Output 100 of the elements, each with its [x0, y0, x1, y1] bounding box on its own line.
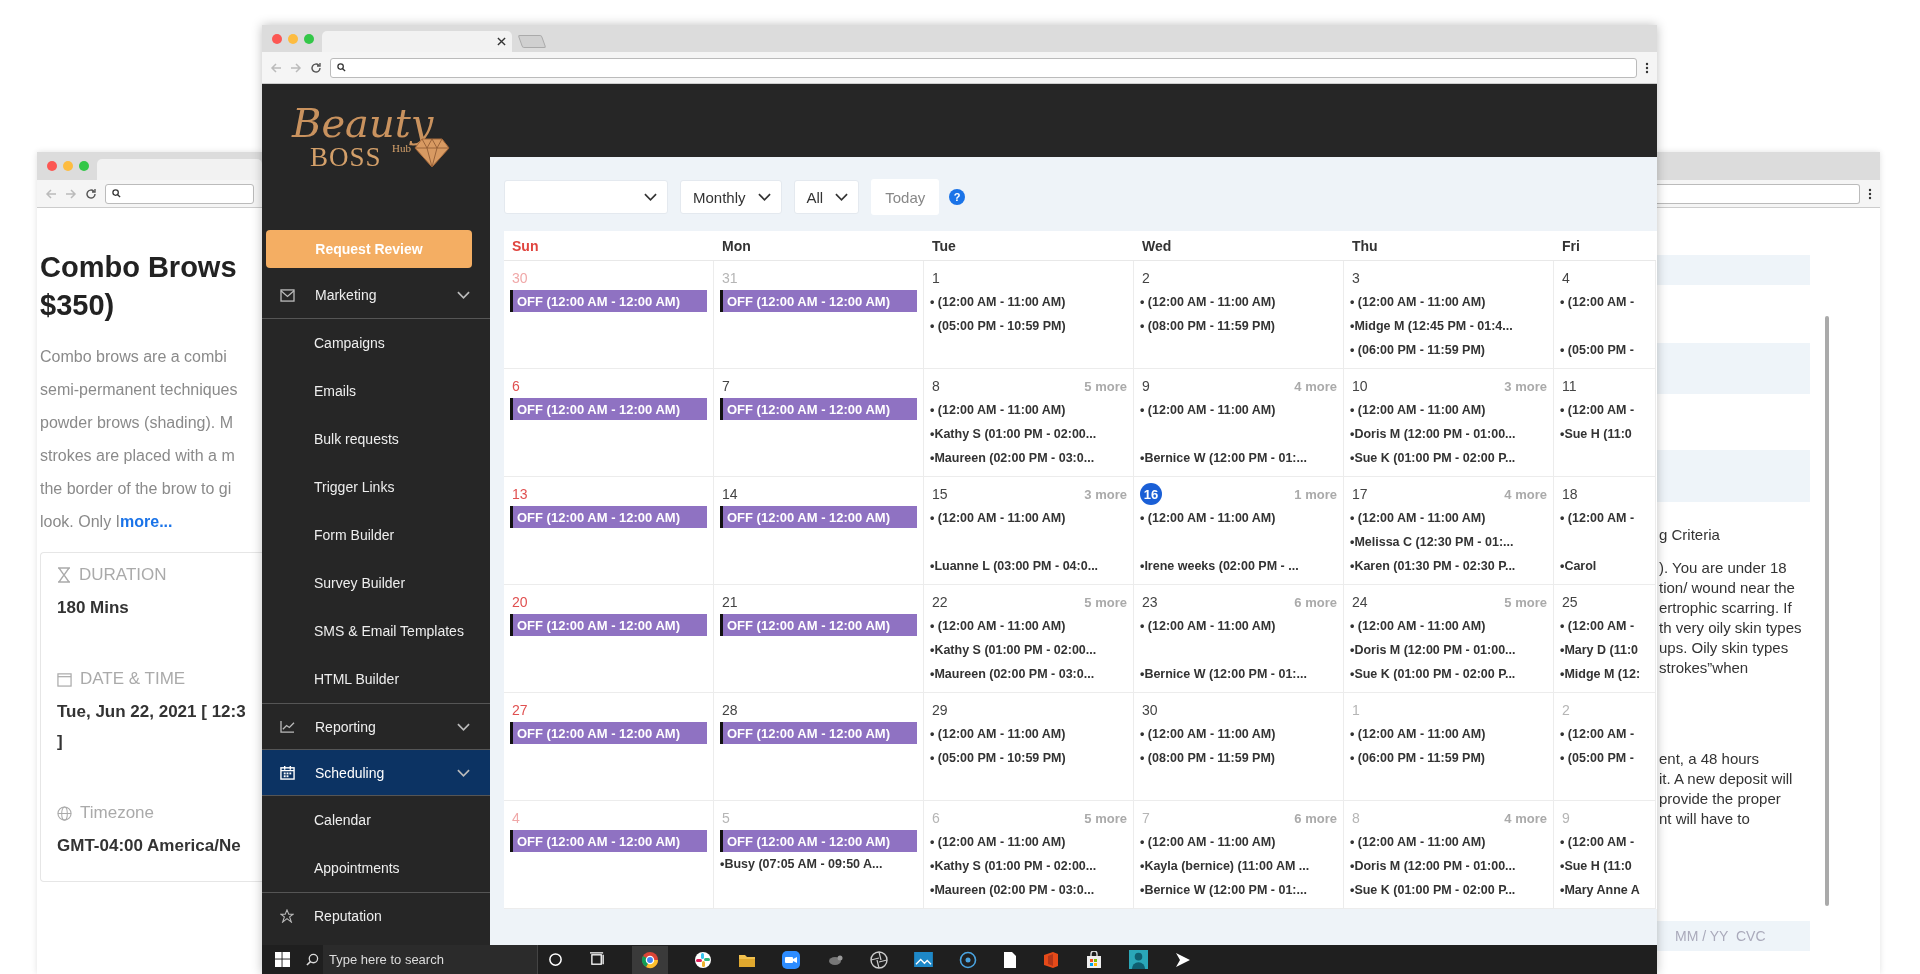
day-cell[interactable]: 8 5 more • (12:00 AM - 11:00 AM) •Kathy S (01:00 PM - 02:00... •Maureen (02:00 PM - 03:0... [924, 369, 1134, 477]
off-event[interactable]: OFF (12:00 AM - 12:00 AM) [720, 506, 917, 528]
event-item[interactable]: • (06:00 PM - 11:59 PM) [1350, 338, 1547, 362]
dropdown[interactable]: Monthly [680, 180, 782, 214]
window-controls-icon[interactable] [47, 161, 89, 171]
day-cell[interactable]: 1 • (12:00 AM - 11:00 AM) • (05:00 PM - 10:59 PM) [924, 261, 1134, 369]
event-item[interactable]: • (05:00 PM - 10:59 PM) [930, 746, 1127, 770]
play-arrow-icon[interactable] [1174, 950, 1192, 969]
event-item[interactable]: •Maureen (02:00 PM - 03:0... [930, 878, 1127, 902]
sidebar-item[interactable]: Survey Builder [262, 559, 490, 607]
browser-icon[interactable] [641, 950, 659, 969]
windows-logo-icon[interactable] [275, 952, 290, 967]
day-cell[interactable]: 21 OFF (12:00 AM - 12:00 AM) [714, 585, 924, 693]
event-item[interactable]: •Kathy S (01:00 PM - 02:00... [930, 854, 1127, 878]
event-item[interactable]: •Mary D (11:0 [1560, 638, 1649, 662]
event-item[interactable]: • (05:00 PM - [1560, 746, 1649, 770]
event-item[interactable]: • (12:00 AM - [1560, 614, 1649, 638]
day-cell[interactable]: 27 OFF (12:00 AM - 12:00 AM) [504, 693, 714, 801]
event-item[interactable]: • (08:00 PM - 11:59 PM) [1140, 314, 1337, 338]
event-item[interactable]: • (12:00 AM - 11:00 AM) [930, 506, 1127, 530]
scrollbar[interactable] [1825, 316, 1829, 906]
form-field[interactable] [1657, 343, 1810, 394]
document-icon[interactable] [1003, 950, 1017, 969]
event-item[interactable]: •Bernice W (12:00 PM - 01:... [1140, 878, 1337, 902]
sidebar-item[interactable]: Trigger Links [262, 463, 490, 511]
event-item[interactable]: • (12:00 AM - 11:00 AM) [930, 722, 1127, 746]
person-icon[interactable] [1129, 950, 1148, 969]
chevron-down-icon[interactable] [457, 768, 470, 777]
sidebar-item[interactable]: SMS & Email Templates [262, 607, 490, 655]
event-item[interactable]: •Maureen (02:00 PM - 03:0... [930, 662, 1127, 686]
day-cell[interactable]: 14 OFF (12:00 AM - 12:00 AM) [714, 477, 924, 585]
off-event[interactable]: OFF (12:00 AM - 12:00 AM) [510, 398, 707, 420]
kebab-menu-icon[interactable] [1645, 61, 1649, 74]
sidebar-item[interactable]: Campaigns [262, 319, 490, 367]
event-item[interactable]: •Busy (07:05 AM - 09:50 A... [720, 852, 917, 876]
off-event[interactable]: OFF (12:00 AM - 12:00 AM) [720, 722, 917, 744]
event-item[interactable]: •Luanne L (03:00 PM - 04:0... [930, 554, 1127, 578]
event-item[interactable]: • (12:00 AM - 11:00 AM) [1350, 722, 1547, 746]
sidebar-section[interactable]: Scheduling [262, 749, 490, 795]
event-item[interactable]: •Carol [1560, 554, 1649, 578]
video-camera-icon[interactable] [782, 950, 800, 969]
event-item[interactable]: • (12:00 AM - 11:00 AM) [1140, 290, 1337, 314]
day-cell[interactable]: 13 OFF (12:00 AM - 12:00 AM) [504, 477, 714, 585]
form-field[interactable] [1657, 450, 1810, 502]
day-cell[interactable]: 16 1 more • (12:00 AM - 11:00 AM) •Irene weeks (02:00 PM - ... [1134, 477, 1344, 585]
day-cell[interactable]: 1 • (12:00 AM - 11:00 AM) • (06:00 PM - 11:59 PM) [1344, 693, 1554, 801]
day-cell[interactable]: 6 5 more • (12:00 AM - 11:00 AM) •Kathy S (01:00 PM - 02:00... •Maureen (02:00 PM - 03:0... [924, 801, 1134, 909]
off-event[interactable]: OFF (12:00 AM - 12:00 AM) [720, 398, 917, 420]
event-item[interactable]: •Irene weeks (02:00 PM - ... [1140, 554, 1337, 578]
event-item[interactable]: • (12:00 AM - 11:00 AM) [1140, 830, 1337, 854]
off-event[interactable]: OFF (12:00 AM - 12:00 AM) [720, 614, 917, 636]
more-link[interactable]: more... [120, 513, 173, 530]
day-cell[interactable]: 23 6 more • (12:00 AM - 11:00 AM) •Bernice W (12:00 PM - 01:... [1134, 585, 1344, 693]
event-item[interactable]: •Sue K (01:00 PM - 02:00 P... [1350, 446, 1547, 470]
event-item[interactable]: •Bernice W (12:00 PM - 01:... [1140, 662, 1337, 686]
day-cell[interactable]: 9 • (12:00 AM - •Sue H (11:0 •Mary Anne A [1554, 801, 1656, 909]
off-event[interactable]: OFF (12:00 AM - 12:00 AM) [510, 614, 707, 636]
event-item[interactable]: • (12:00 AM - 11:00 AM) [930, 290, 1127, 314]
off-event[interactable]: OFF (12:00 AM - 12:00 AM) [720, 830, 917, 852]
day-cell[interactable]: 17 4 more • (12:00 AM - 11:00 AM) •Melissa C (12:30 PM - 01:... •Karen (01:30 PM - 02:30 P... [1344, 477, 1554, 585]
event-item[interactable]: •Doris M (12:00 PM - 01:00... [1350, 854, 1547, 878]
off-event[interactable]: OFF (12:00 AM - 12:00 AM) [510, 506, 707, 528]
day-cell[interactable]: 10 3 more • (12:00 AM - 11:00 AM) •Doris M (12:00 PM - 01:00... •Sue K (01:00 PM - 02:00 P... [1344, 369, 1554, 477]
sidebar-item[interactable]: Form Builder [262, 511, 490, 559]
day-cell[interactable]: 2 • (12:00 AM - 11:00 AM) • (08:00 PM - 11:59 PM) [1134, 261, 1344, 369]
event-item[interactable]: •Karen (01:30 PM - 02:30 P... [1350, 554, 1547, 578]
event-item[interactable]: •Kathy S (01:00 PM - 02:00... [930, 422, 1127, 446]
sidebar-item[interactable]: Appointments [262, 844, 490, 892]
window-controls-icon[interactable] [272, 33, 314, 44]
day-cell[interactable]: 22 5 more • (12:00 AM - 11:00 AM) •Kathy S (01:00 PM - 02:00... •Maureen (02:00 PM - 03:0... [924, 585, 1134, 693]
event-item[interactable]: • (05:00 PM - [1560, 338, 1649, 362]
event-item[interactable]: •Kathy S (01:00 PM - 02:00... [930, 638, 1127, 662]
sidebar-item[interactable]: Calendar [262, 796, 490, 844]
event-item[interactable]: • (12:00 AM - 11:00 AM) [1140, 506, 1337, 530]
pinwheel-icon[interactable] [694, 950, 712, 969]
day-cell[interactable]: 30 • (12:00 AM - 11:00 AM) • (08:00 PM - 11:59 PM) [1134, 693, 1344, 801]
sidebar-section[interactable]: Marketing [262, 272, 490, 318]
form-field[interactable] [1657, 255, 1810, 285]
today-button[interactable]: Today [871, 179, 940, 215]
reload-icon[interactable] [310, 61, 322, 74]
chevron-down-icon[interactable] [457, 291, 470, 299]
kebab-menu-icon[interactable] [1868, 187, 1872, 200]
circle-icon[interactable] [548, 952, 563, 967]
event-item[interactable]: •Melissa C (12:30 PM - 01:... [1350, 530, 1547, 554]
event-item[interactable]: • (12:00 AM - 11:00 AM) [930, 830, 1127, 854]
day-cell[interactable]: 8 4 more • (12:00 AM - 11:00 AM) •Doris M (12:00 PM - 01:00... •Sue K (01:00 PM - 02:00 P... [1344, 801, 1554, 909]
event-item[interactable]: • (06:00 PM - 11:59 PM) [1350, 746, 1547, 770]
off-event[interactable]: OFF (12:00 AM - 12:00 AM) [720, 290, 917, 312]
event-item[interactable]: •Bernice W (12:00 PM - 01:... [1140, 446, 1337, 470]
day-cell[interactable]: 25 • (12:00 AM - •Mary D (11:0 •Midge M (12: [1554, 585, 1656, 693]
dropdown[interactable]: All [793, 180, 860, 214]
ring-icon[interactable] [959, 950, 977, 969]
sidebar-item[interactable]: HTML Builder [262, 655, 490, 703]
event-item[interactable]: • (12:00 AM - [1560, 506, 1649, 530]
aperture-icon[interactable] [870, 950, 888, 969]
off-event[interactable]: OFF (12:00 AM - 12:00 AM) [510, 722, 707, 744]
day-cell[interactable]: 18 • (12:00 AM - •Carol [1554, 477, 1656, 585]
off-event[interactable]: OFF (12:00 AM - 12:00 AM) [510, 290, 707, 312]
event-item[interactable]: • (12:00 AM - 11:00 AM) [930, 614, 1127, 638]
day-cell[interactable]: 15 3 more • (12:00 AM - 11:00 AM) •Luanne L (03:00 PM - 04:0... [924, 477, 1134, 585]
